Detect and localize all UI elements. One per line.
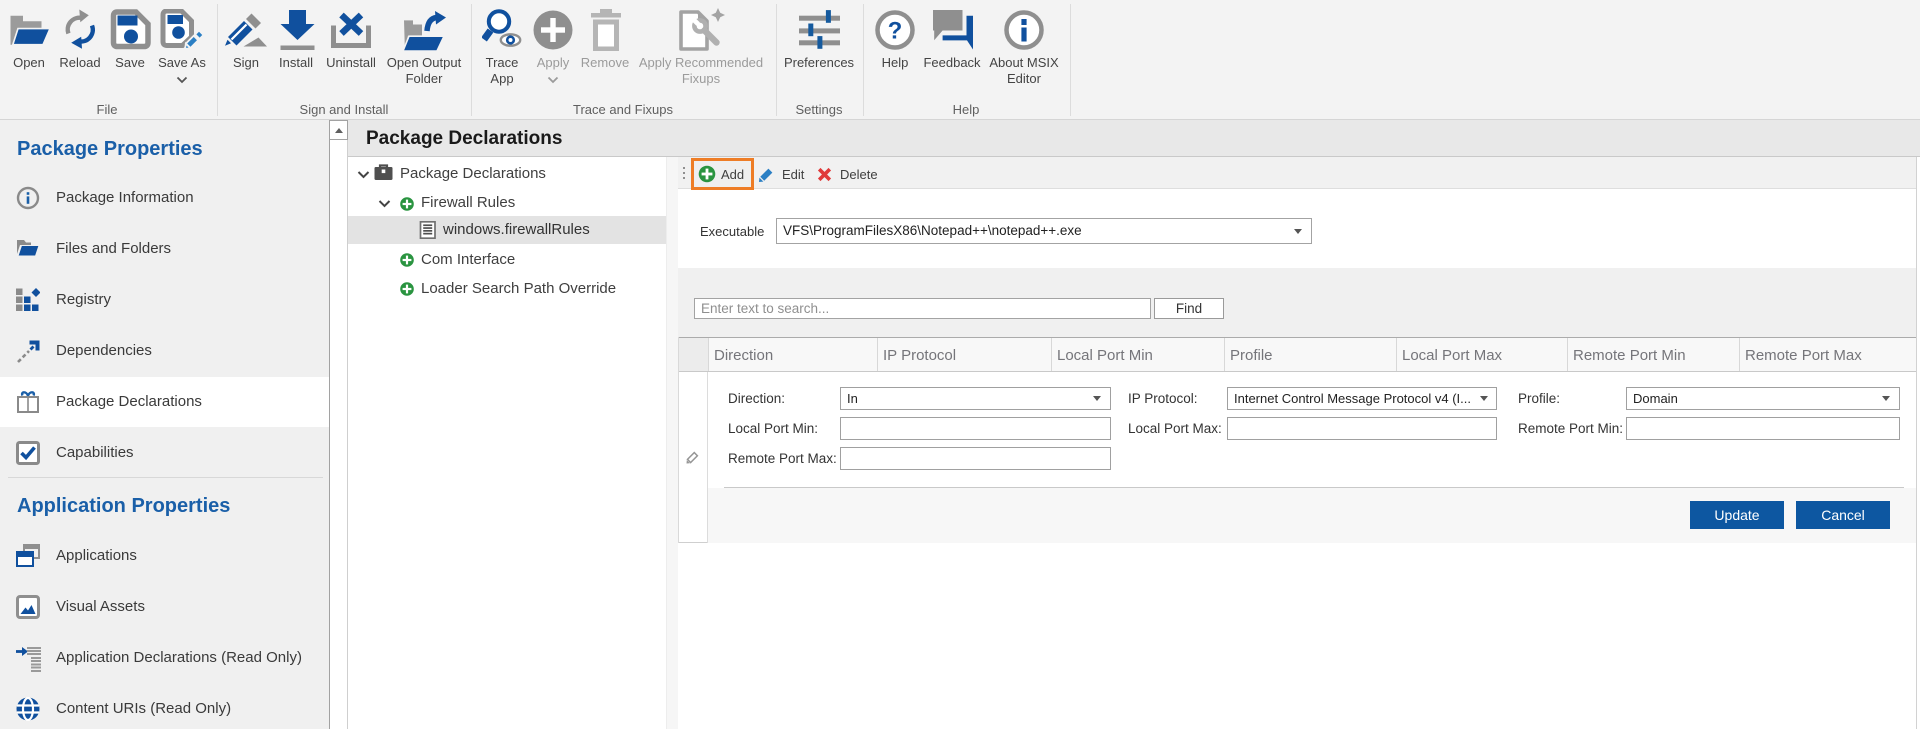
svg-text:?: ?	[888, 18, 903, 45]
